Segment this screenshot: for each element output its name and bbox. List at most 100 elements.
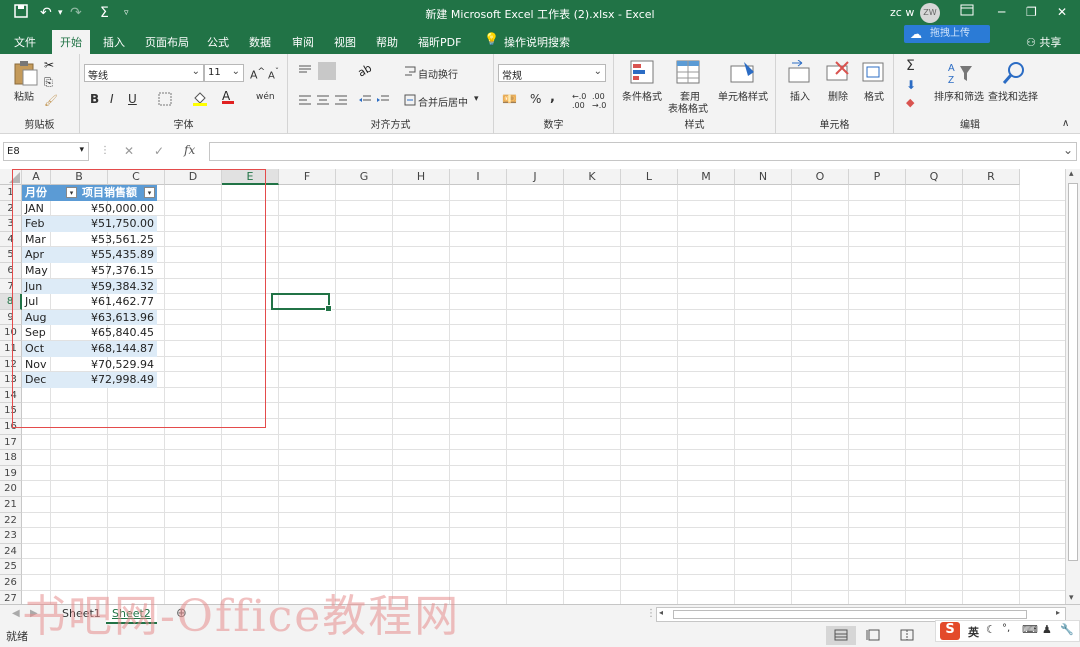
format-as-table-icon[interactable] [676, 60, 702, 89]
tab-file[interactable]: 文件 [14, 34, 36, 50]
tab-review[interactable]: 审阅 [292, 34, 314, 50]
align-center-icon[interactable] [316, 94, 330, 109]
increase-indent-icon[interactable] [376, 94, 390, 109]
enter-icon[interactable]: ✓ [154, 144, 164, 158]
find-select-button[interactable]: 查找和选择 [988, 88, 1038, 103]
column-header-o[interactable]: O [792, 169, 849, 185]
row-header-24[interactable]: 24 [0, 543, 22, 560]
find-select-icon[interactable] [1002, 60, 1028, 89]
row-header-18[interactable]: 18 [0, 450, 22, 466]
vertical-scroll-thumb[interactable] [1068, 183, 1078, 561]
user-name[interactable]: zc w [890, 6, 914, 19]
increase-font-icon[interactable]: A^ [250, 66, 265, 82]
page-layout-view-icon[interactable] [866, 629, 880, 644]
scroll-up-icon[interactable]: ▴ [1069, 169, 1074, 179]
cancel-icon[interactable]: ✕ [124, 144, 134, 158]
insert-function-icon[interactable]: fx [184, 143, 195, 157]
font-color-icon[interactable]: A [222, 89, 234, 104]
row-header-20[interactable]: 20 [0, 481, 22, 497]
delete-cells-icon[interactable] [826, 60, 850, 87]
ime-language[interactable]: 英 [968, 624, 979, 640]
close-icon[interactable]: ✕ [1057, 4, 1067, 20]
ime-toolbar[interactable]: S 英 ☾ °, ⌨ ♟ 🔧 [935, 620, 1080, 642]
share-button[interactable]: ⚇ 共享 [1026, 34, 1061, 50]
font-name-select[interactable]: 等线 ⌄ [84, 64, 204, 82]
autosum-icon[interactable]: Σ [906, 58, 915, 74]
wrap-text-button[interactable]: 自动换行 [418, 66, 458, 81]
align-top-icon[interactable] [298, 64, 312, 79]
keyboard-icon[interactable]: ⌨ [1022, 623, 1038, 636]
tab-data[interactable]: 数据 [249, 34, 271, 50]
minimize-icon[interactable]: ─ [998, 4, 1005, 20]
sort-filter-icon[interactable]: AZ [946, 60, 972, 89]
formula-input[interactable]: ⌄ [209, 142, 1077, 161]
format-cells-icon[interactable] [862, 60, 886, 87]
tab-page-layout[interactable]: 页面布局 [145, 34, 189, 50]
column-header-j[interactable]: J [507, 169, 564, 185]
currency-icon[interactable]: 💴 [502, 92, 517, 106]
border-icon[interactable] [158, 92, 172, 109]
copy-icon[interactable]: ⎘ [44, 76, 53, 90]
punctuation-icon[interactable]: °, [1002, 623, 1010, 634]
scroll-sheets-left-icon[interactable]: ◀ [12, 608, 20, 619]
fill-color-icon[interactable] [192, 90, 208, 109]
scroll-sheets-right-icon[interactable]: ▶ [30, 608, 38, 619]
collapse-ribbon-icon[interactable]: ∧ [1062, 118, 1069, 129]
row-header-23[interactable]: 23 [0, 528, 22, 544]
phonetic-icon[interactable]: wén [256, 92, 275, 102]
number-format-select[interactable]: 常规 ⌄ [498, 64, 606, 82]
row-header-22[interactable]: 22 [0, 512, 22, 529]
tab-view[interactable]: 视图 [334, 34, 356, 50]
column-header-q[interactable]: Q [906, 169, 963, 185]
row-header-26[interactable]: 26 [0, 575, 22, 591]
clear-icon[interactable]: ◆ [906, 96, 914, 109]
orientation-icon[interactable]: ab [356, 61, 374, 79]
expand-formula-icon[interactable]: ⌄ [1063, 143, 1073, 157]
horizontal-scroll-thumb[interactable] [673, 610, 1027, 619]
more-options-icon[interactable]: ⋮ [646, 608, 656, 619]
conditional-format-icon[interactable] [630, 60, 656, 89]
chevron-down-icon[interactable]: ▾ [474, 94, 479, 104]
restore-icon[interactable]: ❐ [1026, 4, 1037, 20]
tab-insert[interactable]: 插入 [103, 34, 125, 50]
cell-styles-icon[interactable] [730, 60, 756, 89]
tab-formulas[interactable]: 公式 [207, 34, 229, 50]
paste-label[interactable]: 粘贴 [14, 88, 34, 103]
column-header-i[interactable]: I [450, 169, 507, 185]
ribbon-display-icon[interactable] [960, 4, 974, 20]
column-header-l[interactable]: L [621, 169, 678, 185]
cell-styles-button[interactable]: 单元格样式 [718, 88, 768, 103]
name-box[interactable]: E8 ▾ [3, 142, 89, 161]
sheet-tab-sheet2[interactable]: Sheet2 [106, 605, 157, 624]
merge-center-icon[interactable] [404, 94, 416, 109]
page-break-view-icon[interactable] [900, 629, 914, 644]
format-cells-button[interactable]: 格式 [864, 88, 884, 103]
align-right-icon[interactable] [334, 94, 348, 109]
wrench-icon[interactable]: 🔧 [1060, 623, 1074, 636]
cut-icon[interactable]: ✂ [44, 58, 54, 72]
column-header-f[interactable]: F [279, 169, 336, 185]
underline-button[interactable]: U [128, 92, 137, 106]
decrease-font-icon[interactable]: Aˇ [268, 66, 279, 81]
vertical-scrollbar[interactable]: ▴ ▾ [1065, 169, 1080, 607]
add-sheet-icon[interactable]: ⊕ [176, 606, 187, 621]
sheet-tab-sheet1[interactable]: Sheet1 [56, 605, 107, 624]
percent-button[interactable]: % [530, 92, 541, 106]
normal-view-icon[interactable] [826, 626, 856, 645]
scroll-right-icon[interactable]: ▸ [1056, 608, 1060, 617]
row-header-21[interactable]: 21 [0, 497, 22, 513]
align-middle-icon[interactable] [318, 62, 336, 80]
row-header-25[interactable]: 25 [0, 559, 22, 575]
scroll-left-icon[interactable]: ◂ [659, 608, 663, 617]
paste-icon[interactable] [12, 60, 40, 89]
column-header-m[interactable]: M [678, 169, 735, 185]
delete-cells-button[interactable]: 删除 [828, 88, 848, 103]
format-as-table-line2[interactable]: 表格格式 [668, 100, 708, 115]
active-cell-e8[interactable] [271, 293, 332, 312]
more-options-icon[interactable]: ⋮ [100, 145, 110, 156]
tab-home[interactable]: 开始 [52, 30, 90, 54]
comma-button[interactable]: , [550, 90, 555, 105]
column-header-p[interactable]: P [849, 169, 906, 185]
sort-filter-button[interactable]: 排序和筛选 [934, 88, 984, 103]
tab-help[interactable]: 帮助 [376, 34, 398, 50]
